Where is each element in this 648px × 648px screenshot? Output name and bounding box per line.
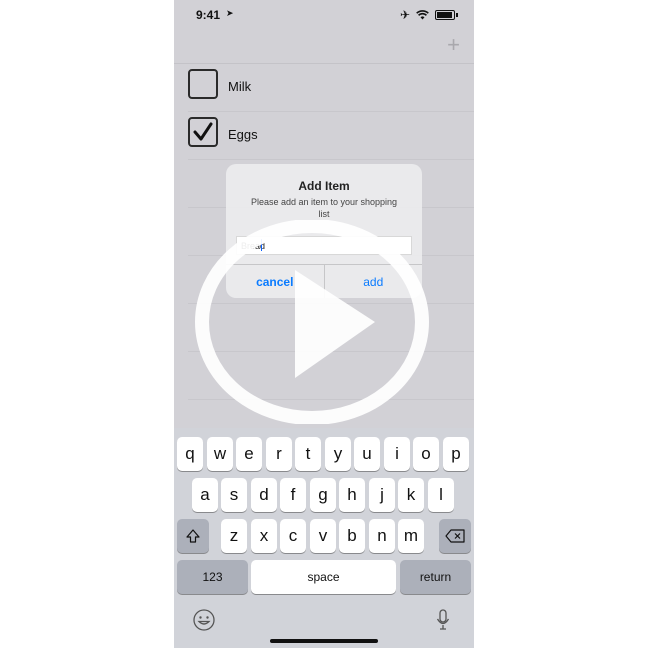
checkmark-icon <box>193 122 213 141</box>
list-item[interactable]: Milk <box>188 63 474 112</box>
status-bar: 9:41 ➤ ✈ <box>174 0 474 30</box>
battery-cap <box>456 13 458 17</box>
key-j[interactable]: j <box>369 478 395 512</box>
key-s[interactable]: s <box>221 478 247 512</box>
wifi-icon <box>416 10 429 20</box>
key-e[interactable]: e <box>236 437 262 471</box>
list-item[interactable]: Eggs <box>188 111 474 160</box>
shift-icon <box>186 529 200 543</box>
plus-icon[interactable]: + <box>447 33 460 57</box>
key-m[interactable]: m <box>398 519 424 553</box>
keyboard: q w e r t y u i o p a s d f g h j k l z … <box>174 428 474 648</box>
checkbox-checked[interactable] <box>188 117 218 147</box>
delete-icon <box>445 529 465 543</box>
phone-screen: 9:41 ➤ ✈ + Milk Eggs Add Item Please add… <box>174 0 474 648</box>
key-q[interactable]: q <box>177 437 203 471</box>
status-icons: ✈ <box>400 9 458 21</box>
key-v[interactable]: v <box>310 519 336 553</box>
status-time: 9:41 <box>196 8 221 22</box>
key-p[interactable]: p <box>443 437 469 471</box>
numbers-key[interactable]: 123 <box>177 560 248 594</box>
battery-icon <box>435 10 455 20</box>
key-n[interactable]: n <box>369 519 395 553</box>
key-b[interactable]: b <box>339 519 365 553</box>
key-f[interactable]: f <box>280 478 306 512</box>
return-key[interactable]: return <box>400 560 471 594</box>
key-g[interactable]: g <box>310 478 336 512</box>
emoji-icon[interactable] <box>192 608 216 632</box>
checkbox-unchecked[interactable] <box>188 69 218 99</box>
key-l[interactable]: l <box>428 478 454 512</box>
key-o[interactable]: o <box>413 437 439 471</box>
key-c[interactable]: c <box>280 519 306 553</box>
key-r[interactable]: r <box>266 437 292 471</box>
location-arrow-icon: ➤ <box>226 8 234 18</box>
home-indicator <box>270 639 378 643</box>
cancel-button[interactable]: cancel <box>226 265 325 298</box>
key-y[interactable]: y <box>325 437 351 471</box>
key-t[interactable]: t <box>295 437 321 471</box>
key-a[interactable]: a <box>192 478 218 512</box>
item-text-field[interactable] <box>236 236 412 255</box>
row-divider <box>188 399 474 400</box>
key-i[interactable]: i <box>384 437 410 471</box>
navigation-bar: + <box>174 30 474 64</box>
key-u[interactable]: u <box>354 437 380 471</box>
microphone-icon[interactable] <box>436 608 450 632</box>
key-k[interactable]: k <box>398 478 424 512</box>
space-key[interactable]: space <box>251 560 396 594</box>
key-z[interactable]: z <box>221 519 247 553</box>
key-x[interactable]: x <box>251 519 277 553</box>
alert-message: Please add an item to your shopping list <box>250 197 398 219</box>
alert-buttons: cancel add <box>226 264 422 298</box>
key-h[interactable]: h <box>339 478 365 512</box>
row-divider <box>188 351 474 352</box>
add-item-alert: Add Item Please add an item to your shop… <box>226 164 422 298</box>
key-d[interactable]: d <box>251 478 277 512</box>
delete-key[interactable] <box>439 519 471 553</box>
list-item-label: Milk <box>228 79 252 94</box>
text-caret <box>261 239 262 251</box>
airplane-mode-icon: ✈ <box>399 8 410 22</box>
add-button[interactable]: add <box>325 265 423 298</box>
key-w[interactable]: w <box>207 437 233 471</box>
row-divider <box>188 303 474 304</box>
list-item-label: Eggs <box>228 127 258 142</box>
alert-title: Add Item <box>298 179 350 193</box>
shift-key[interactable] <box>177 519 209 553</box>
